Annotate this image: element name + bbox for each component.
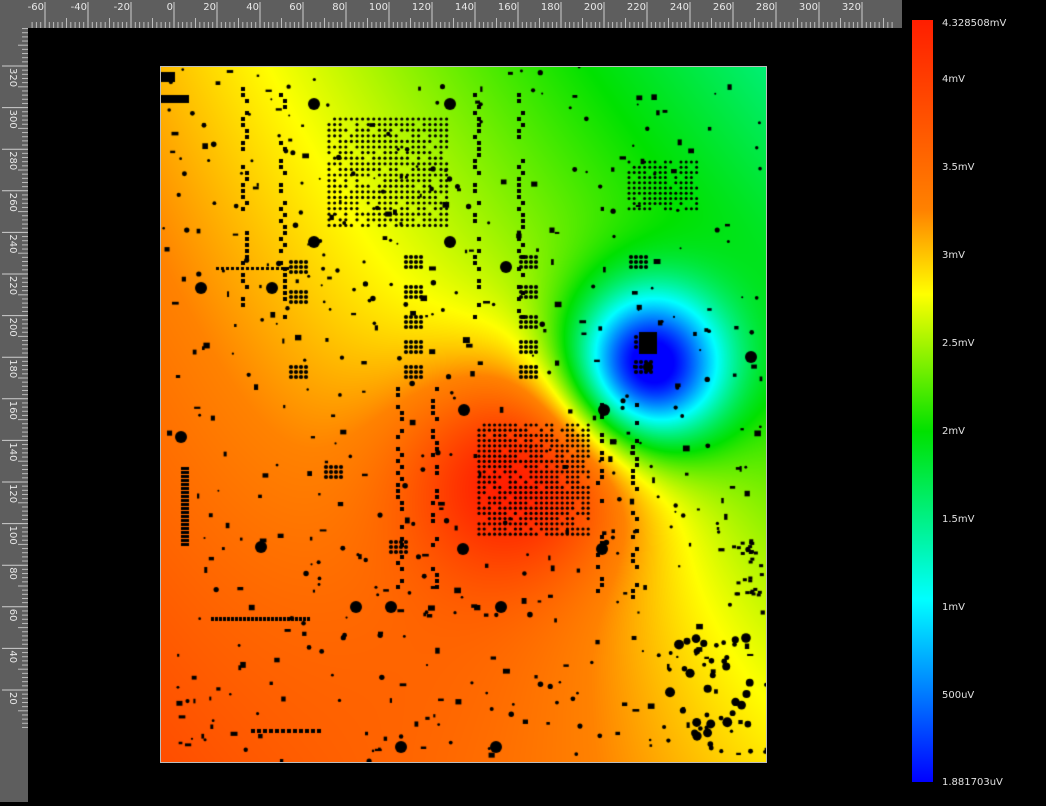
ruler-tick-label: 160	[7, 401, 18, 420]
ruler-tick-label: 180	[7, 359, 18, 378]
colorbar-legend	[912, 20, 933, 782]
ruler-tick-label: 180	[541, 2, 560, 13]
ruler-tick-label: 20	[203, 2, 216, 13]
ruler-tick-label: 200	[584, 2, 603, 13]
ruler-tick-label: 280	[7, 151, 18, 170]
ruler-tick-label: 260	[713, 2, 732, 13]
ruler-tick-label: 40	[246, 2, 259, 13]
colorbar-min-label: 1.881703uV	[942, 777, 1003, 788]
colorbar-tick-label: 3.5mV	[942, 162, 975, 173]
ruler-tick-label: 260	[7, 193, 18, 212]
ruler-tick-label: 220	[7, 276, 18, 295]
colorbar-tick-label: 2.5mV	[942, 338, 975, 349]
ruler-tick-label: 140	[7, 442, 18, 461]
ruler-tick-label: 0	[167, 2, 173, 13]
ruler-tick-label: -40	[71, 2, 87, 13]
ruler-tick-label: 160	[498, 2, 517, 13]
ruler-tick-label: 280	[756, 2, 775, 13]
horizontal-ruler: -60 -40 -20 0 20 40 60 80 100 120 140 160 180 200 220 2…	[0, 0, 902, 28]
colorbar-tick-label: 2mV	[942, 426, 965, 437]
ruler-tick-label: 240	[670, 2, 689, 13]
ruler-tick-label: 320	[842, 2, 861, 13]
ruler-tick-label: -20	[114, 2, 130, 13]
ruler-tick-label: 80	[332, 2, 345, 13]
ruler-tick-label: 320	[7, 68, 18, 87]
ruler-tick-label: 220	[627, 2, 646, 13]
ruler-tick-label: 20	[7, 692, 18, 705]
ruler-tick-label: 60	[7, 609, 18, 622]
ruler-tick-label: -60	[28, 2, 44, 13]
ruler-tick-label: 140	[455, 2, 474, 13]
colorbar-tick-label: 3mV	[942, 250, 965, 261]
ruler-tick-label: 60	[289, 2, 302, 13]
colorbar-tick-label: 1.5mV	[942, 514, 975, 525]
colorbar-tick-label: 500uV	[942, 690, 975, 701]
ruler-tick-label: 200	[7, 318, 18, 337]
colorbar-tick-label: 4mV	[942, 74, 965, 85]
ruler-tick-label: 240	[7, 234, 18, 253]
vertical-ruler-scale: 320 300 280 260 240 220 200 180 160 140 120 100 80 60…	[2, 28, 28, 728]
vertical-ruler: 320 300 280 260 240 220 200 180 160 140 120 100 80 60…	[0, 0, 28, 802]
colorbar-tick-label: 1mV	[942, 602, 965, 613]
ruler-tick-label: 120	[412, 2, 431, 13]
voltage-heatmap[interactable]	[161, 67, 766, 762]
horizontal-ruler-scale: -60 -40 -20 0 20 40 60 80 100 120 140 160 180 200 220 2…	[28, 2, 893, 28]
ruler-tick-label: 120	[7, 484, 18, 503]
ruler-tick-label: 100	[369, 2, 388, 13]
ruler-tick-label: 300	[7, 110, 18, 129]
ruler-corner	[0, 0, 28, 28]
colorbar-max-label: 4.328508mV	[942, 18, 1007, 29]
ruler-tick-label: 100	[7, 526, 18, 545]
ruler-tick-label: 300	[799, 2, 818, 13]
ruler-tick-label: 80	[7, 567, 18, 580]
ruler-tick-label: 40	[7, 650, 18, 663]
